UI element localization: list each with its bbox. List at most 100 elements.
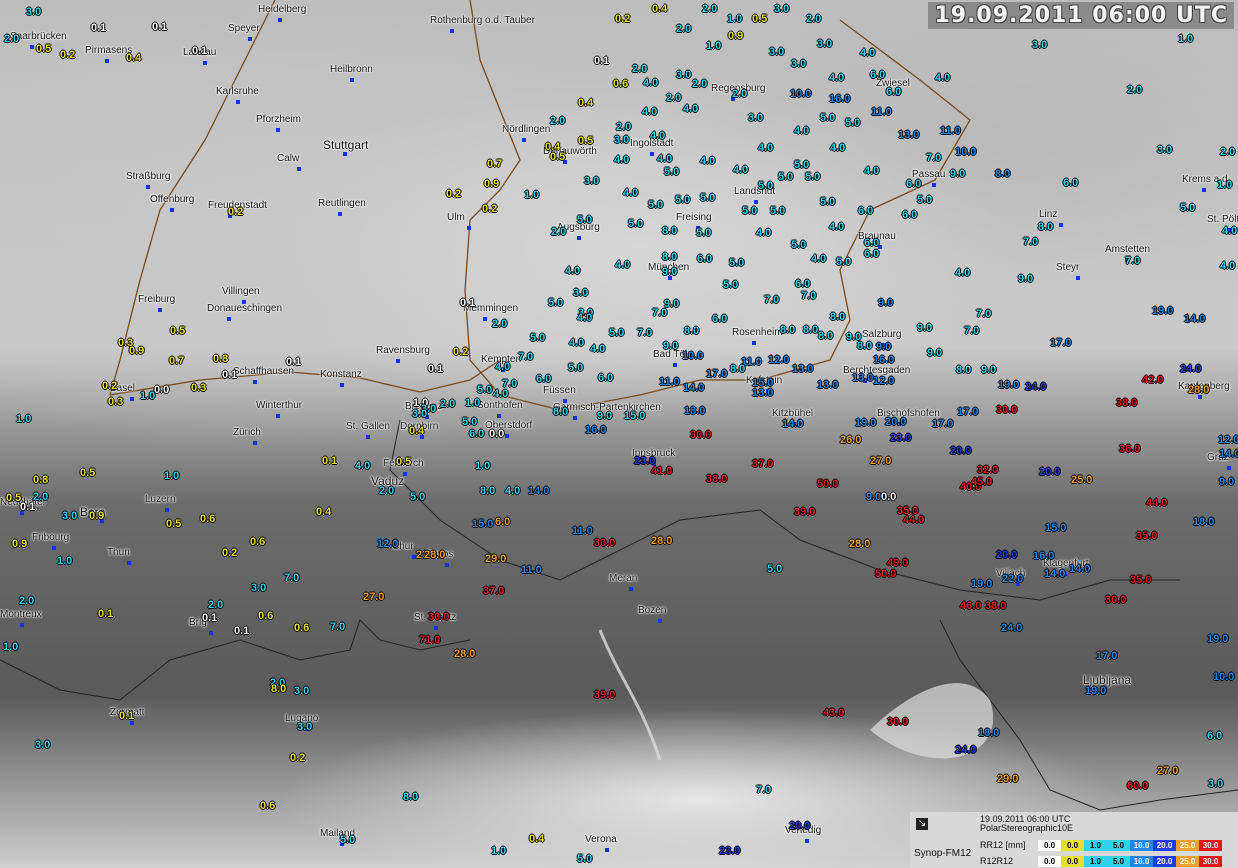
precip-value: 4.0 — [642, 106, 658, 118]
city-label: Nördlingen — [502, 124, 551, 135]
precip-value: 0.1 — [152, 21, 168, 33]
precip-value: 10.0 — [1213, 671, 1235, 683]
precip-value: 17.0 — [1096, 650, 1118, 662]
city-label: Linz — [1039, 209, 1058, 220]
precip-value: 13.0 — [852, 372, 874, 384]
precip-value: 0.1 — [98, 608, 114, 620]
scale-cell: 1.0 — [1084, 856, 1107, 867]
precip-value: 16.0 — [829, 93, 851, 105]
precip-value: 3.0 — [573, 287, 589, 299]
precip-value: 0.4 — [578, 97, 594, 109]
precip-value: 6.0 — [1207, 730, 1223, 742]
city-marker — [1059, 223, 1063, 227]
precip-value: 0.1 — [594, 55, 610, 67]
title-text: 19.09.2011 06:00 UTC — [934, 3, 1228, 28]
city-marker — [752, 341, 756, 345]
city-label: Amstetten — [1105, 244, 1151, 255]
precip-value: 5.0 — [845, 117, 861, 129]
precip-value: 0.4 — [652, 3, 668, 15]
precip-value: 19.0 — [971, 578, 993, 590]
precip-value: 1.0 — [3, 641, 19, 653]
city-marker — [450, 29, 454, 33]
precip-value: 3.0 — [791, 58, 807, 70]
precip-value: 8.0 — [662, 251, 678, 263]
city-marker — [127, 561, 131, 565]
scale-cell: 20.0 — [1153, 840, 1176, 851]
precip-value: 8.0 — [1038, 221, 1054, 233]
city-marker — [52, 546, 56, 550]
precip-value: 0.4 — [409, 425, 425, 437]
precip-value: 9.0 — [1018, 273, 1034, 285]
city-label: Schaffhausen — [233, 366, 294, 377]
city-marker — [165, 508, 169, 512]
precip-value: 4.0 — [495, 361, 511, 373]
city-marker — [350, 78, 354, 82]
precip-value: 29.0 — [997, 773, 1019, 785]
precip-value: 0.4 — [126, 52, 142, 64]
scale-cell: 0.0 — [1061, 840, 1084, 851]
precip-value: 1.0 — [16, 413, 32, 425]
precip-value: 9.0 — [866, 491, 882, 503]
city-marker — [170, 208, 174, 212]
precip-value: 2.0 — [632, 63, 648, 75]
precip-value: 0.2 — [453, 346, 469, 358]
precip-value: 4.0 — [493, 388, 509, 400]
precip-value: 0.6 — [258, 610, 274, 622]
city-label: Rosenheim — [732, 327, 783, 338]
city-marker — [805, 839, 809, 843]
scale-cell: 1.0 — [1084, 840, 1107, 851]
precip-value: 14.0 — [782, 418, 804, 430]
city-marker — [158, 308, 162, 312]
precip-value: 71.0 — [419, 634, 441, 646]
precip-value: 9.0 — [1219, 476, 1235, 488]
precip-value: 5.0 — [530, 332, 546, 344]
precip-value: 46.0 — [960, 600, 982, 612]
precip-value: 5.0 — [340, 834, 356, 846]
precip-value: 3.0 — [297, 721, 313, 733]
precip-value: 3.0 — [614, 134, 630, 146]
precip-value: 23.0 — [719, 845, 741, 857]
precip-value: 24.0 — [1025, 381, 1047, 393]
precip-value: 2.0 — [702, 3, 718, 15]
precip-value: 0.5 — [578, 135, 594, 147]
precip-value: 13.0 — [792, 363, 814, 375]
precip-value: 44.0 — [1146, 497, 1168, 509]
precip-value: 29.0 — [485, 553, 507, 565]
precip-value: 8.0 — [818, 330, 834, 342]
legend: ↘ 19.09.2011 06:00 UTC PolarStereographi… — [910, 812, 1238, 868]
precip-value: 2.0 — [550, 115, 566, 127]
city-marker — [483, 317, 487, 321]
precip-value: 6.0 — [864, 248, 880, 260]
city-label: Donaueschingen — [207, 303, 283, 314]
scale-cell: 5.0 — [1107, 856, 1130, 867]
city-label: Ravensburg — [376, 345, 430, 356]
precip-value: 19.0 — [1085, 685, 1107, 697]
precip-value: 14.0 — [1219, 448, 1238, 460]
precip-value: 6.0 — [598, 372, 614, 384]
city-marker — [1076, 276, 1080, 280]
precip-value: 4.0 — [756, 227, 772, 239]
precip-value: 0.4 — [316, 506, 332, 518]
city-label: Rothenburg o.d. Tauber — [430, 15, 535, 26]
scale-cell: 5.0 — [1107, 840, 1130, 851]
precip-value: 5.0 — [462, 416, 478, 428]
precip-value: 11.0 — [521, 564, 542, 576]
precip-value: 43.0 — [823, 707, 845, 719]
precip-value: 4.0 — [505, 485, 521, 497]
precip-value: 19.0 — [855, 417, 877, 429]
precip-value: 5.0 — [770, 205, 786, 217]
precip-value: 8.0 — [480, 485, 496, 497]
corner-arrow-icon[interactable]: ↘ — [916, 818, 928, 830]
precip-value: 30.0 — [887, 716, 909, 728]
precip-value: 5.0 — [794, 159, 810, 171]
precip-value: 2.0 — [732, 88, 748, 100]
city-label: Thun — [107, 547, 130, 558]
precip-value: 7.0 — [330, 621, 346, 633]
precip-value: 5.0 — [675, 194, 691, 206]
precip-value: 0.1 — [20, 501, 36, 513]
precip-value: 24.0 — [1001, 622, 1023, 634]
scale-cell: 0.0 — [1038, 856, 1061, 867]
precip-value: 4.0 — [864, 165, 880, 177]
precip-value: 8.0 — [730, 363, 746, 375]
precip-value: 0.3 — [191, 382, 207, 394]
